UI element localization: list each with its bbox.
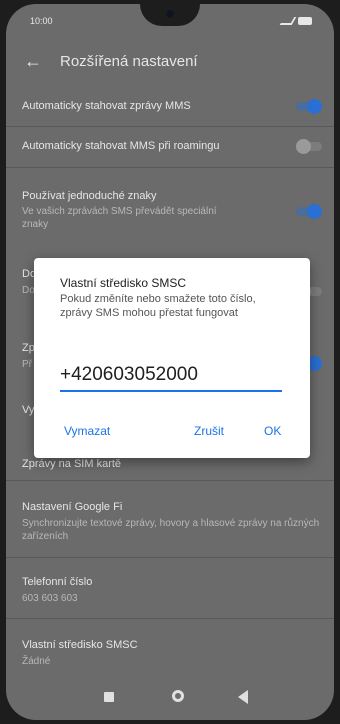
status-time: 10:00 bbox=[30, 16, 53, 26]
smsc-dialog: Vlastní středisko SMSC Pokud změníte neb… bbox=[34, 258, 310, 458]
smsc-number-input[interactable] bbox=[60, 360, 282, 392]
setting-title: Vlastní středisko SMSC bbox=[22, 639, 138, 651]
auto-mms-toggle[interactable] bbox=[296, 99, 322, 114]
ok-button[interactable]: OK bbox=[264, 424, 281, 438]
signal-icon bbox=[279, 17, 297, 25]
navigation-bar bbox=[6, 676, 334, 720]
setting-subtitle: 603 603 603 bbox=[22, 593, 78, 604]
setting-auto-mms[interactable]: Automaticky stahovat zprávy MMS bbox=[6, 88, 334, 126]
setting-subtitle: Ve vašich zprávách SMS převádět speciáln… bbox=[22, 206, 217, 230]
setting-phone-number[interactable]: Telefonní číslo 603 603 603 bbox=[6, 558, 334, 618]
setting-mms-roaming[interactable]: Automaticky stahovat MMS při roamingu bbox=[6, 127, 334, 167]
setting-title: Zp bbox=[22, 342, 35, 354]
setting-subtitle: Př bbox=[22, 359, 32, 370]
setting-subtitle: Do bbox=[22, 285, 35, 296]
app-bar: ← Rozšířená nastavení bbox=[6, 42, 334, 82]
setting-title: Nastavení Google Fi bbox=[22, 501, 123, 513]
page-title: Rozšířená nastavení bbox=[60, 53, 198, 70]
clear-button[interactable]: Vymazat bbox=[64, 424, 110, 438]
setting-subtitle: Žádné bbox=[22, 656, 51, 667]
simple-chars-toggle[interactable] bbox=[296, 204, 322, 219]
setting-title: Používat jednoduché znaky bbox=[22, 190, 157, 202]
setting-subtitle: Synchronizujte textové zprávy, hovory a … bbox=[22, 518, 320, 542]
dialog-title: Vlastní středisko SMSC bbox=[60, 276, 187, 290]
setting-title: Vy bbox=[22, 404, 35, 416]
nav-back-icon[interactable] bbox=[238, 690, 248, 704]
battery-icon bbox=[298, 17, 312, 25]
home-icon[interactable] bbox=[172, 690, 184, 702]
back-arrow-icon[interactable]: ← bbox=[24, 52, 42, 70]
dialog-message: Pokud změníte nebo smažete toto číslo, z… bbox=[60, 293, 256, 319]
cancel-button[interactable]: Zrušit bbox=[194, 424, 224, 438]
setting-title: Automaticky stahovat MMS při roamingu bbox=[22, 140, 220, 152]
recents-icon[interactable] bbox=[104, 692, 114, 702]
setting-title: Zprávy na SIM kartě bbox=[22, 458, 122, 470]
status-bar: 10:00 bbox=[30, 16, 312, 30]
setting-google-fi[interactable]: Nastavení Google Fi Synchronizujte texto… bbox=[6, 481, 334, 557]
setting-custom-smsc[interactable]: Vlastní středisko SMSC Žádné bbox=[6, 619, 334, 675]
mms-roaming-toggle[interactable] bbox=[296, 139, 322, 154]
setting-title: Telefonní číslo bbox=[22, 576, 93, 588]
setting-title: Automaticky stahovat zprávy MMS bbox=[22, 100, 191, 112]
setting-simple-chars[interactable]: Používat jednoduché znaky Ve vašich zprá… bbox=[6, 168, 334, 248]
